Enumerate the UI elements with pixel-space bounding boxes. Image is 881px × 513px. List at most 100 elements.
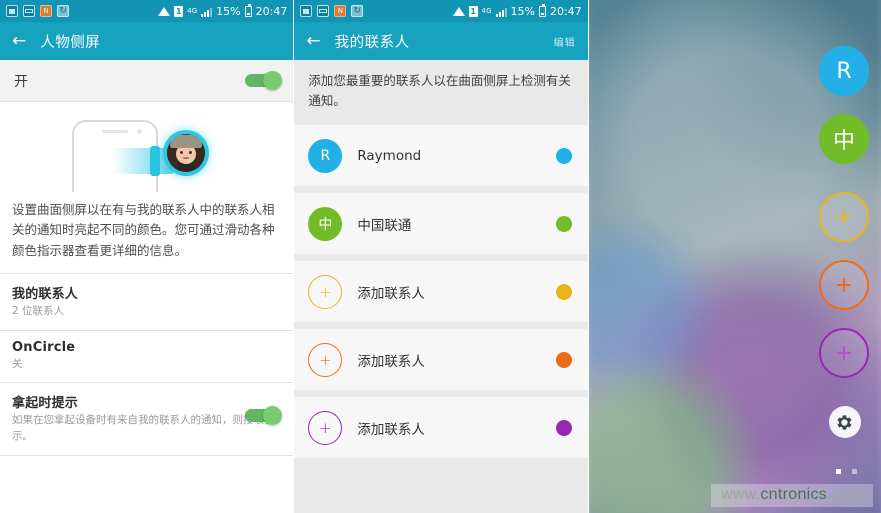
master-toggle-row[interactable]: 开 bbox=[0, 60, 294, 102]
list-item[interactable]: R Raymond bbox=[294, 124, 588, 186]
phone-panel-my-people-list: 4G 15% 20:47 ← 我的联系人 编辑 添加您最重要的联系人以在曲面侧屏… bbox=[294, 0, 588, 513]
setting-row-oncircle[interactable]: OnCircle 关 bbox=[0, 330, 294, 384]
status-bar: 4G 15% 20:47 bbox=[294, 0, 588, 22]
sync-icon bbox=[351, 5, 364, 17]
edge-contact-initial: 中 bbox=[832, 129, 855, 154]
setting-title: 我的联系人 bbox=[12, 286, 79, 302]
sync-icon bbox=[57, 5, 69, 17]
back-arrow-icon[interactable]: ← bbox=[12, 32, 26, 50]
edge-contact-raymond[interactable]: R bbox=[818, 46, 869, 96]
watermark-suffix: .com bbox=[827, 486, 863, 503]
contact-name: 添加联系人 bbox=[357, 285, 425, 302]
phone-panel-people-edge-settings: 4G 15% 20:47 ← 人物侧屏 开 bbox=[0, 0, 294, 513]
battery-icon bbox=[538, 3, 546, 17]
add-contact-icon: + bbox=[308, 274, 343, 309]
master-toggle-label: 开 bbox=[14, 73, 28, 90]
plus-icon: + bbox=[834, 340, 854, 366]
add-contact-icon: + bbox=[308, 342, 343, 377]
status-bar-notification-icons bbox=[6, 5, 69, 17]
contact-initial: 中 bbox=[318, 216, 333, 233]
watermark-prefix: www. bbox=[720, 486, 761, 503]
note-icon bbox=[6, 5, 18, 17]
battery-icon bbox=[244, 3, 252, 17]
edge-screen-people-panel: R 中 + + + bbox=[795, 0, 881, 513]
panel2-description: 添加您最重要的联系人以在曲面侧屏上检测有关通知。 bbox=[294, 60, 588, 124]
contact-name: 添加联系人 bbox=[357, 421, 425, 438]
avatar bbox=[163, 130, 209, 176]
screenshot-stage: 4G 15% 20:47 ← 人物侧屏 开 bbox=[0, 0, 881, 513]
gear-icon[interactable] bbox=[828, 406, 861, 438]
sim-icon bbox=[468, 5, 478, 17]
page-dot-active[interactable] bbox=[835, 469, 841, 474]
list-item[interactable]: 中 中国联通 bbox=[294, 192, 588, 254]
edge-add-contact-orange[interactable]: + bbox=[818, 260, 869, 310]
edit-button[interactable]: 编辑 bbox=[554, 34, 576, 49]
add-contact-icon: + bbox=[308, 410, 343, 445]
contact-name: 添加联系人 bbox=[357, 353, 425, 370]
signal-icon bbox=[201, 6, 213, 17]
list-item[interactable]: + 添加联系人 bbox=[294, 396, 588, 458]
panel1-body: 开 设置曲面侧屏以在有与我的联系人中的联系人相关的通知时亮起不同的颜色。您可通过… bbox=[0, 60, 294, 513]
action-bar-panel2: ← 我的联系人 编辑 bbox=[294, 22, 588, 60]
contact-name: Raymond bbox=[357, 147, 422, 164]
setting-subtitle: 2 位联系人 bbox=[12, 304, 65, 317]
contact-avatar: R bbox=[308, 138, 343, 173]
page-title: 人物侧屏 bbox=[40, 34, 101, 51]
sim-icon bbox=[174, 5, 184, 17]
edge-color-tab-graphic bbox=[150, 146, 160, 176]
mail-icon bbox=[23, 5, 35, 17]
status-bar-system-icons: 4G 15% 20:47 bbox=[452, 3, 582, 18]
setting-title: OnCircle bbox=[12, 339, 76, 355]
setting-subtitle: 关 bbox=[12, 357, 23, 370]
plus-icon: + bbox=[834, 204, 854, 230]
page-indicator-dots[interactable] bbox=[835, 469, 857, 474]
action-bar-panel1: ← 人物侧屏 bbox=[0, 22, 294, 60]
master-toggle-switch[interactable] bbox=[245, 71, 283, 90]
watermark: www.cntronics.com bbox=[710, 484, 873, 507]
clock-label: 20:47 bbox=[549, 4, 582, 18]
wifi-icon bbox=[158, 6, 171, 16]
battery-percent-label: 15% bbox=[510, 4, 535, 18]
battery-percent-label: 15% bbox=[216, 4, 241, 18]
status-badge bbox=[555, 351, 572, 368]
watermark-brand: cntronics bbox=[760, 486, 828, 503]
panel2-body: 添加您最重要的联系人以在曲面侧屏上检测有关通知。 R Raymond 中 中国联… bbox=[294, 60, 588, 513]
edge-contact-initial: R bbox=[836, 58, 852, 84]
edge-add-contact-purple[interactable]: + bbox=[818, 328, 869, 378]
list-item[interactable]: + 添加联系人 bbox=[294, 260, 588, 322]
contact-avatar: 中 bbox=[308, 206, 343, 241]
edge-add-contact-yellow[interactable]: + bbox=[818, 192, 869, 242]
page-title: 我的联系人 bbox=[334, 34, 410, 51]
status-bar-notification-icons bbox=[300, 5, 364, 17]
note-icon bbox=[300, 5, 313, 17]
setting-row-my-people[interactable]: 我的联系人 2 位联系人 bbox=[0, 273, 294, 331]
setting-title: 拿起时提示 bbox=[12, 396, 79, 412]
edge-contact-china-unicom[interactable]: 中 bbox=[818, 114, 869, 164]
list-item[interactable]: + 添加联系人 bbox=[294, 328, 588, 390]
network-type-label: 4G bbox=[187, 7, 198, 15]
back-arrow-icon[interactable]: ← bbox=[306, 32, 320, 50]
page-dot[interactable] bbox=[851, 469, 857, 474]
panel1-empty-area bbox=[0, 455, 294, 513]
status-bar-system-icons: 4G 15% 20:47 bbox=[158, 3, 288, 18]
pickup-alert-switch[interactable] bbox=[245, 406, 283, 426]
panel2-empty-area bbox=[294, 469, 588, 513]
news-icon bbox=[334, 5, 347, 17]
plus-icon: + bbox=[319, 282, 332, 301]
contact-name: 中国联通 bbox=[357, 217, 412, 234]
phone-panel-edge-screen: R 中 + + + www.cntronics.com bbox=[588, 0, 881, 513]
plus-icon: + bbox=[319, 418, 332, 437]
clock-label: 20:47 bbox=[255, 4, 288, 18]
status-badge bbox=[555, 283, 572, 300]
setting-row-pickup-alert[interactable]: 拿起时提示 如果在您拿起设备时有来自我的联系人的通知，则接收提示。 bbox=[0, 383, 294, 456]
news-icon bbox=[40, 5, 52, 17]
contact-initial: R bbox=[320, 147, 331, 164]
wifi-icon bbox=[452, 6, 465, 16]
mail-icon bbox=[317, 5, 330, 17]
plus-icon: + bbox=[319, 350, 332, 369]
panel1-description: 设置曲面侧屏以在有与我的联系人中的联系人相关的通知时亮起不同的颜色。您可通过滑动… bbox=[0, 192, 294, 274]
status-bar: 4G 15% 20:47 bbox=[0, 0, 294, 22]
phone-edge-illustration bbox=[0, 102, 294, 192]
network-type-label: 4G bbox=[481, 7, 492, 15]
status-badge bbox=[555, 147, 572, 164]
